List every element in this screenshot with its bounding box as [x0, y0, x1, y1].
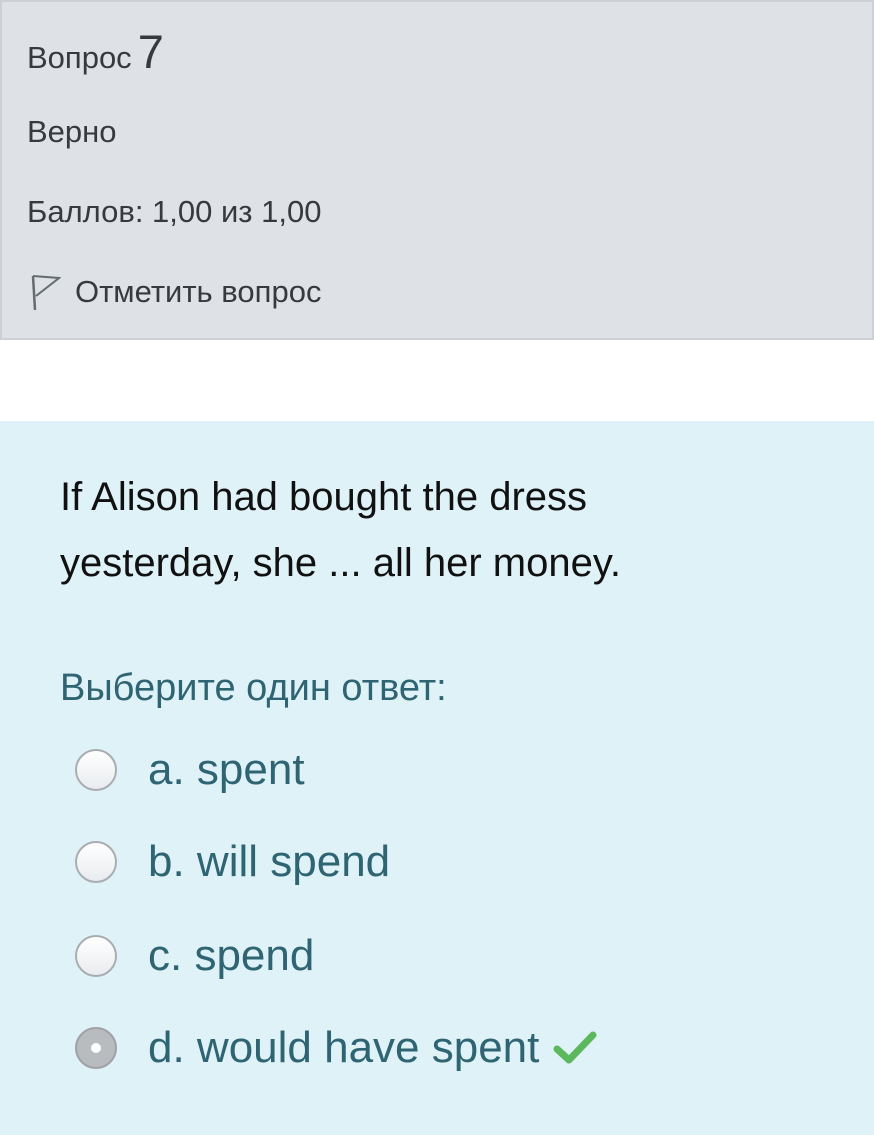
answer-option-c[interactable]: c. spend	[75, 926, 314, 986]
answer-radio[interactable]	[75, 935, 117, 977]
question-number: 7	[137, 25, 164, 78]
answer-label: a. spent	[148, 745, 305, 794]
answer-label: b. will spend	[148, 837, 391, 886]
answer-label: c. spend	[148, 931, 315, 980]
answer-radio[interactable]	[75, 841, 117, 883]
checkmark-icon	[553, 1029, 597, 1067]
question-state: Верно	[27, 114, 117, 149]
flag-question-link[interactable]: Отметить вопрос	[27, 272, 321, 312]
question-info-panel: Вопрос 7 Верно Баллов: 1,00 из 1,00 Отмет…	[0, 0, 874, 340]
answer-label: d. would have spent	[148, 1023, 540, 1072]
answer-option-b[interactable]: b. will spend	[75, 832, 390, 892]
question-label: Вопрос	[27, 40, 132, 75]
question-text: If Alison had bought the dress yesterday…	[60, 464, 840, 596]
flag-question-label: Отметить вопрос	[75, 274, 322, 309]
answer-radio-selected[interactable]	[75, 1027, 117, 1069]
answer-prompt: Выберите один ответ:	[60, 667, 447, 709]
answer-option-a[interactable]: a. spent	[75, 740, 305, 800]
flag-outline-icon	[27, 272, 62, 312]
answer-option-d[interactable]: d. would have spent	[75, 1018, 597, 1078]
question-heading: Вопрос 7	[27, 24, 164, 79]
question-grade: Баллов: 1,00 из 1,00	[27, 194, 322, 229]
question-text-line: yesterday, she ... all her money.	[60, 541, 621, 585]
question-text-line: If Alison had bought the dress	[60, 475, 588, 519]
answer-radio[interactable]	[75, 749, 117, 791]
